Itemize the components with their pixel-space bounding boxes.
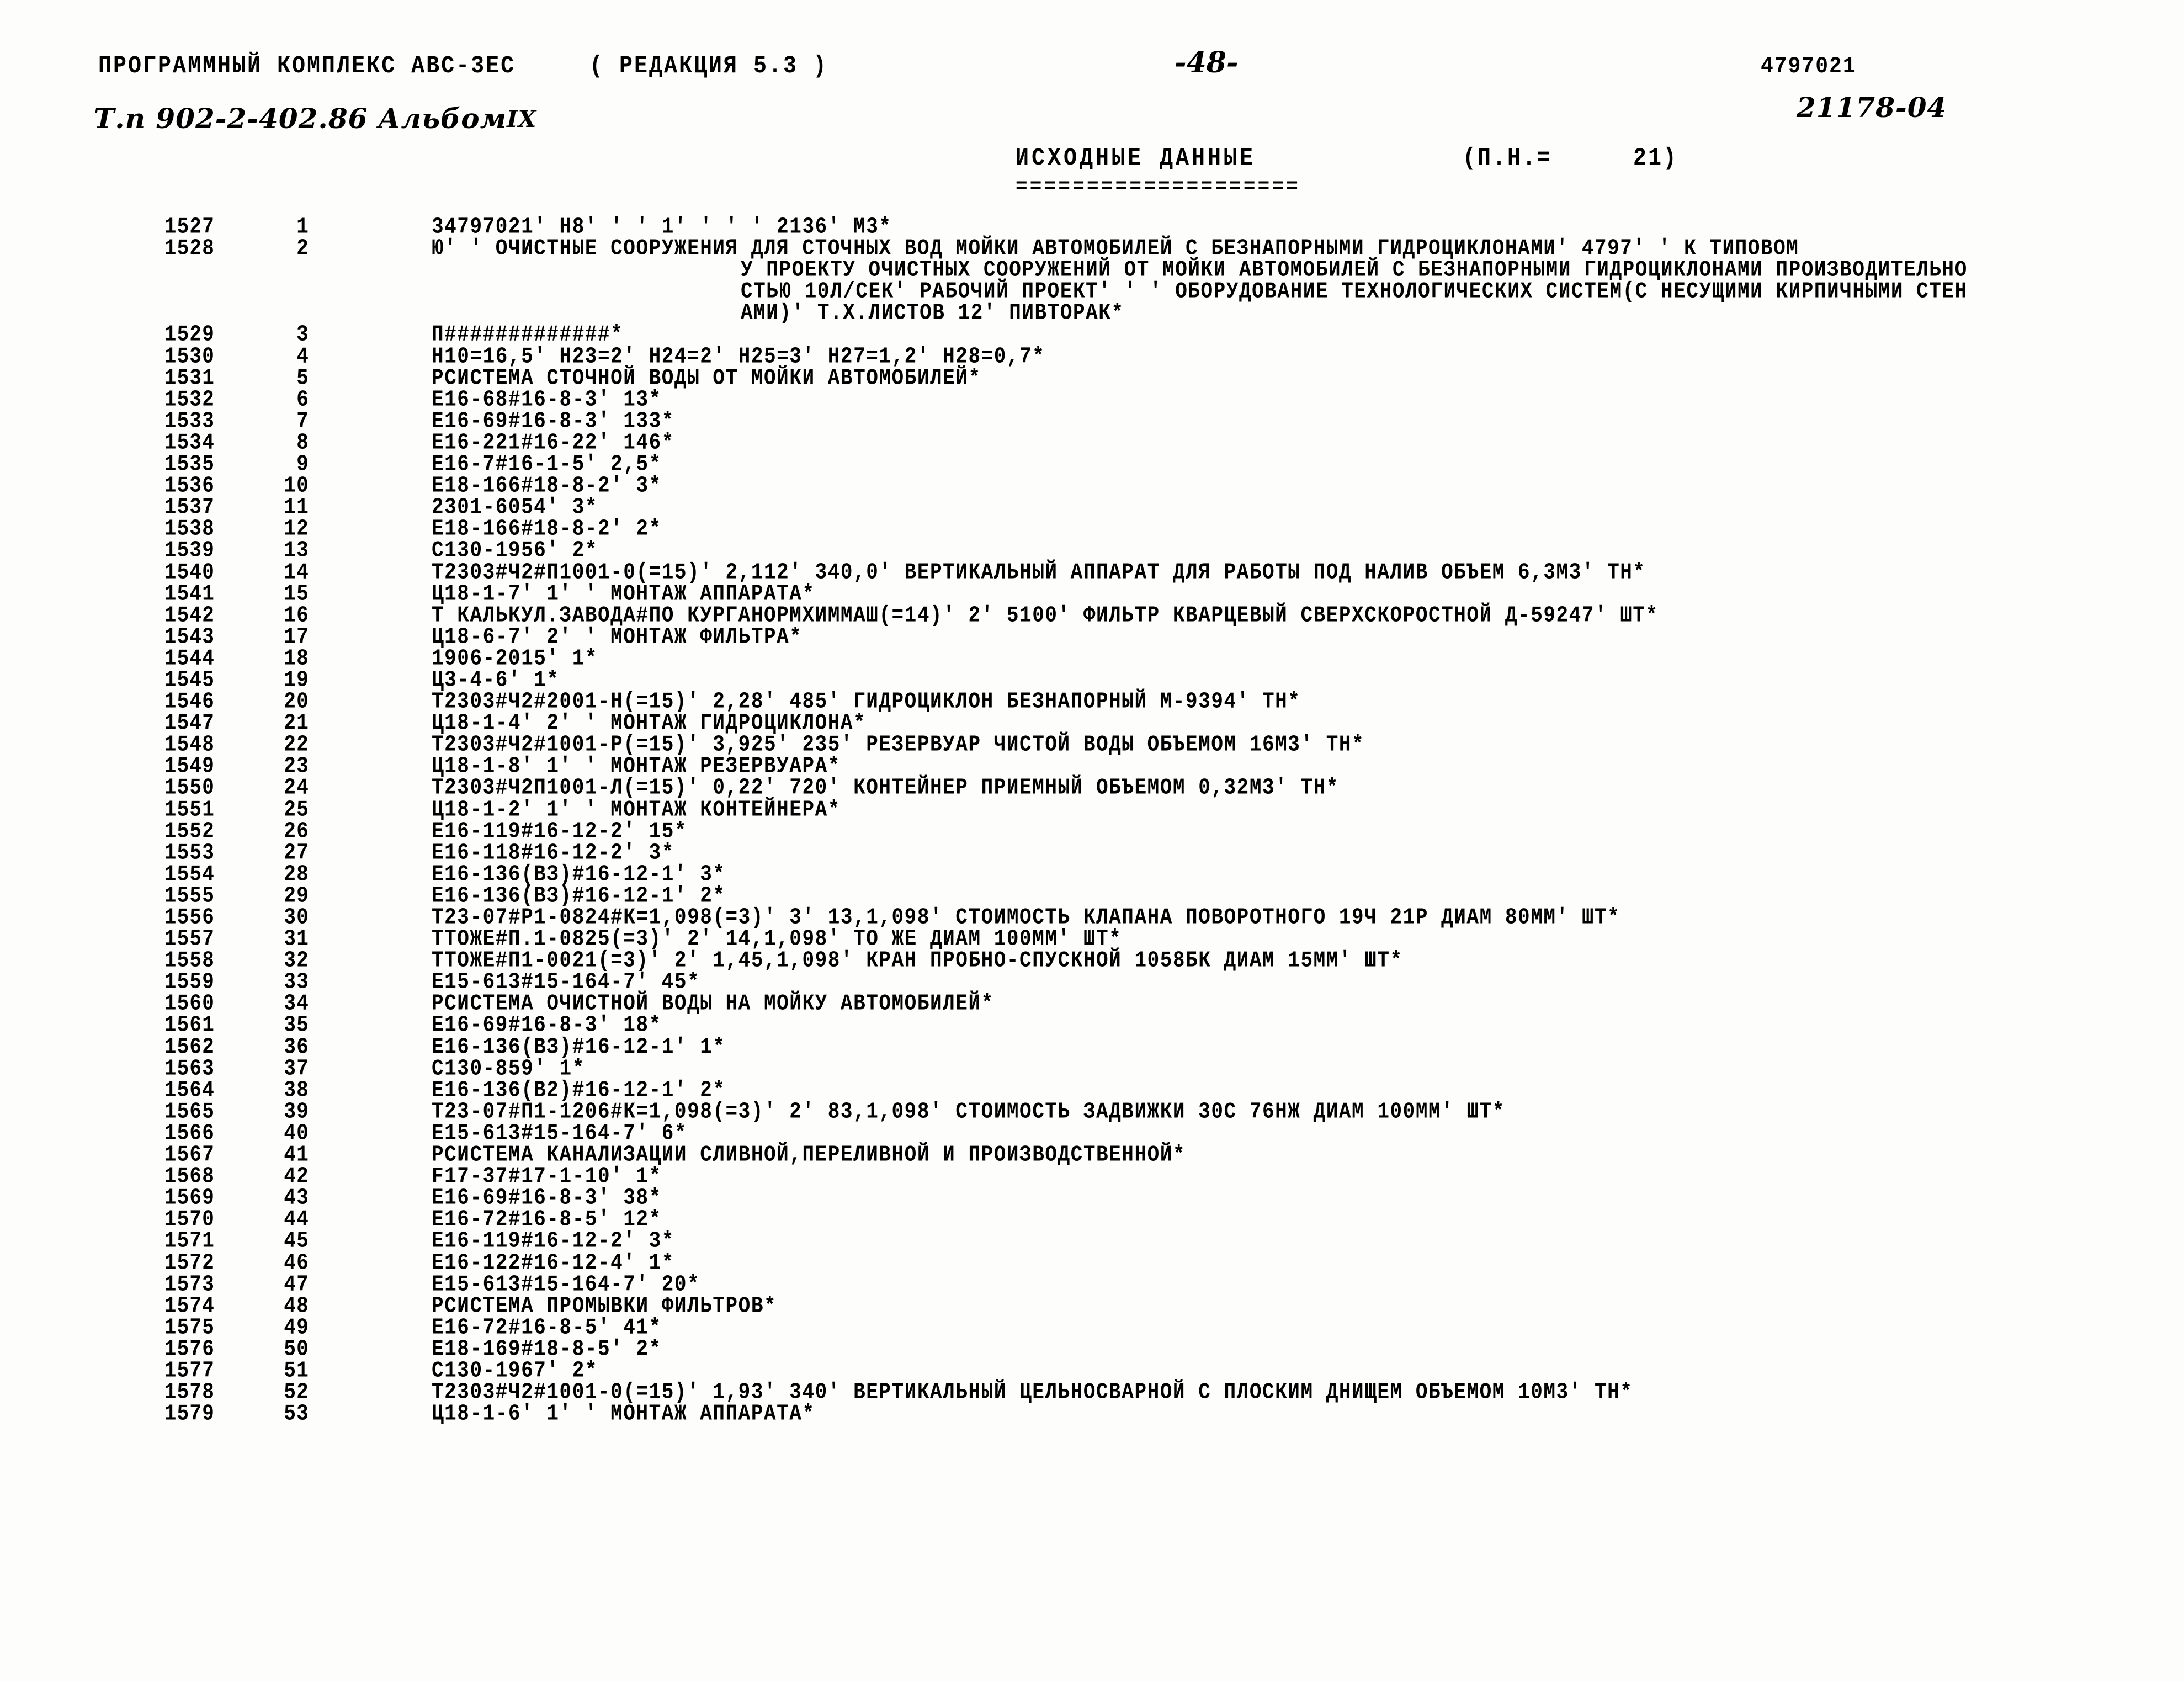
typical-project-text: Т.п 902-2-402.86 Альбом — [94, 102, 507, 135]
listing-row: 1575 49 Е16-72#16-8-5' 41* — [0, 1315, 2184, 1340]
listing-row: 1545 19 Ц3-4-6' 1* — [0, 667, 2184, 693]
document-page: ПРОГРАММНЫЙ КОМПЛЕКС АВС-3ЕС ( РЕДАКЦИЯ … — [0, 0, 2184, 1682]
listing-row: 1563 37 С130-859' 1* — [0, 1056, 2184, 1081]
sequence-number: 1579 — [164, 1401, 215, 1427]
job-code: 4797021 — [1761, 54, 1857, 80]
listing-row: 1537 11 2301-6054' 3* — [0, 495, 2184, 520]
typical-project-label: Т.п 902-2-402.86 АльбомIX — [94, 102, 536, 135]
listing-row: 1555 29 Е16-136(ВЗ)#16-12-1' 2* — [0, 883, 2184, 909]
listing-row: 1571 45 Е16-119#16-12-2' 3* — [0, 1228, 2184, 1254]
revision-label: ( РЕДАКЦИЯ 5.3 ) — [589, 52, 828, 81]
listing-row: 1553 27 Е16-118#16-12-2' 3* — [0, 840, 2184, 866]
listing-row: 1564 38 Е16-136(В2)#16-12-1' 2* — [0, 1078, 2184, 1103]
listing-row: 1579 53 Ц18-1-6' 1' ' МОНТАЖ АППАРАТА* — [0, 1401, 2184, 1427]
listing-row: 1574 48 РСИСТЕМА ПРОМЫВКИ ФИЛЬТРОВ* — [0, 1293, 2184, 1319]
listing-row: 1561 35 Е16-69#16-8-3' 18* — [0, 1012, 2184, 1038]
album-roman-numeral: IX — [507, 105, 537, 132]
listing-row: 1573 47 Е15-613#15-164-7' 20* — [0, 1272, 2184, 1297]
listing-row: 1568 42 F17-37#17-1-10' 1* — [0, 1164, 2184, 1189]
record-text: Ц18-1-6' 1' ' МОНТАЖ АППАРАТА* — [432, 1401, 815, 1427]
listing-row: 1562 36 Е16-136(ВЗ)#16-12-1' 1* — [0, 1034, 2184, 1060]
listing-row: 1538 12 Е18-166#18-8-2' 2* — [0, 516, 2184, 542]
listing-row: 1550 24 Т2303#Ч2П1001-Л(=15)' 0,22' 720' К… — [0, 775, 2184, 800]
listing-row: 1532 6 Е16-68#16-8-3' 13* — [0, 387, 2184, 412]
listing-row: 1531 5 РСИСТЕМА СТОЧНОЙ ВОДЫ ОТ МОЙКИ АВТО… — [0, 365, 2184, 391]
listing-row: 1556 30 Т23-07#Р1-0824#К=1,098(=3)' 3' 13,… — [0, 905, 2184, 930]
listing-row: 1558 32 ТТОЖЕ#П1-0021(=3)' 2' 1,45,1,098' … — [0, 948, 2184, 973]
listing-row: 1554 28 Е16-136(ВЗ)#16-12-1' 3* — [0, 862, 2184, 887]
listing-row: 1578 52 Т2303#Ч2#1001-0(=15)' 1,93' 340' В… — [0, 1379, 2184, 1405]
record-number: 53 — [284, 1401, 309, 1427]
listing-row: 1577 51 С130-1967' 2* — [0, 1358, 2184, 1383]
document-code: 21178-04 — [1797, 91, 1947, 124]
pn-label: (П.Н.= — [1463, 145, 1553, 173]
listing-row: 1559 33 Е15-613#15-164-7' 45* — [0, 969, 2184, 995]
listing-row: 1530 4 H10=16,5' H23=2' H24=2' H25=3' H27=… — [0, 344, 2184, 369]
listing-row: 1540 14 Т2303#Ч2#П1001-0(=15)' 2,112' 340,… — [0, 560, 2184, 585]
listing-row: 1567 41 РСИСТЕМА КАНАЛИЗАЦИИ СЛИВНОЙ,ПЕРЕЛ… — [0, 1142, 2184, 1168]
listing-row: 1552 26 Е16-119#16-12-2' 15* — [0, 819, 2184, 844]
listing-row: 1572 46 Е16-122#16-12-4' 1* — [0, 1250, 2184, 1276]
listing-row: 1547 21 Ц18-1-4' 2' ' МОНТАЖ ГИДРОЦИКЛОНА* — [0, 710, 2184, 736]
listing-row: 1544 18 1906-2015' 1* — [0, 646, 2184, 671]
section-title: ИСХОДНЫЕ ДАННЫЕ — [1016, 145, 1256, 173]
record-listing: 1527 1 34797021' H8' ' ' 1' ' ' ' 2136' M3… — [0, 214, 2184, 1427]
listing-row: 1535 9 Е16-7#16-1-5' 2,5* — [0, 452, 2184, 477]
listing-row: 1565 39 Т23-07#П1-1206#К=1,098(=3)' 2' 83,… — [0, 1099, 2184, 1124]
listing-row: 1557 31 ТТОЖЕ#П.1-0825(=3)' 2' 14,1,098' Т… — [0, 926, 2184, 952]
listing-row: У ПРОЕКТУ ОЧИСТНЫХ СООРУЖЕНИЙ ОТ МОЙКИ А… — [0, 257, 2184, 283]
listing-row: 1539 13 С130-1956' 2* — [0, 538, 2184, 563]
listing-row: 1576 50 Е18-169#18-8-5' 2* — [0, 1336, 2184, 1362]
listing-row: 1570 44 Е16-72#16-8-5' 12* — [0, 1207, 2184, 1232]
listing-row: 1566 40 Е15-613#15-164-7' 6* — [0, 1121, 2184, 1146]
pn-counter: (П.Н.= 21) — [1463, 145, 1678, 172]
listing-row: АМИ)' Т.Х.ЛИСТОВ 12' ПИВТОРАК* — [0, 300, 2184, 326]
program-title: ПРОГРАММНЫЙ КОМПЛЕКС АВС-3ЕС — [98, 52, 516, 81]
listing-row: 1536 10 Е18-166#18-8-2' 3* — [0, 473, 2184, 498]
page-number: -48- — [1175, 46, 1239, 79]
section-title-underline: ==================== — [1016, 175, 1301, 198]
pn-value: 21) — [1633, 145, 1678, 173]
listing-row: 1560 34 РСИСТЕМА ОЧИСТНОЙ ВОДЫ НА МОЙКУ АВ… — [0, 991, 2184, 1016]
listing-row: 1534 8 Е16-221#16-22' 146* — [0, 430, 2184, 455]
listing-row: 1541 15 Ц18-1-7' 1' ' МОНТАЖ АППАРАТА* — [0, 581, 2184, 607]
listing-row: 1542 16 Т КАЛЬКУЛ.ЗАВОДА#ПО КУРГАНОРМХИММА… — [0, 603, 2184, 628]
listing-row: 1546 20 Т2303#Ч2#2001-Н(=15)' 2,28' 485' Г… — [0, 689, 2184, 714]
page-header: ПРОГРАММНЫЙ КОМПЛЕКС АВС-3ЕС ( РЕДАКЦИЯ … — [0, 46, 2184, 86]
listing-row: СТЬЮ 10Л/СЕК' РАБОЧИЙ ПРОЕКТ' ' ' ОБОРУД… — [0, 279, 2184, 304]
listing-row: 1529 3 П#############* — [0, 322, 2184, 347]
listing-row: 1569 43 Е16-69#16-8-3' 38* — [0, 1185, 2184, 1211]
listing-row: 1527 1 34797021' H8' ' ' 1' ' ' ' 2136' M3… — [0, 214, 2184, 240]
section-title-block: ИСХОДНЫЕ ДАННЫЕ ==================== — [1016, 145, 1300, 198]
listing-row: 1548 22 Т2303#Ч2#1001-Р(=15)' 3,925' 235' … — [0, 732, 2184, 757]
listing-row: 1528 2 Ю' ' ОЧИСТНЫЕ СООРУЖЕНИЯ ДЛЯ СТОЧНЫ… — [0, 236, 2184, 261]
listing-row: 1551 25 Ц18-1-2' 1' ' МОНТАЖ КОНТЕЙНЕРА* — [0, 797, 2184, 823]
listing-row: 1543 17 Ц18-6-7' 2' ' МОНТАЖ ФИЛЬТРА* — [0, 624, 2184, 650]
listing-row: 1549 23 Ц18-1-8' 1' ' МОНТАЖ РЕЗЕРВУАРА* — [0, 754, 2184, 779]
listing-row: 1533 7 Е16-69#16-8-3' 133* — [0, 408, 2184, 434]
